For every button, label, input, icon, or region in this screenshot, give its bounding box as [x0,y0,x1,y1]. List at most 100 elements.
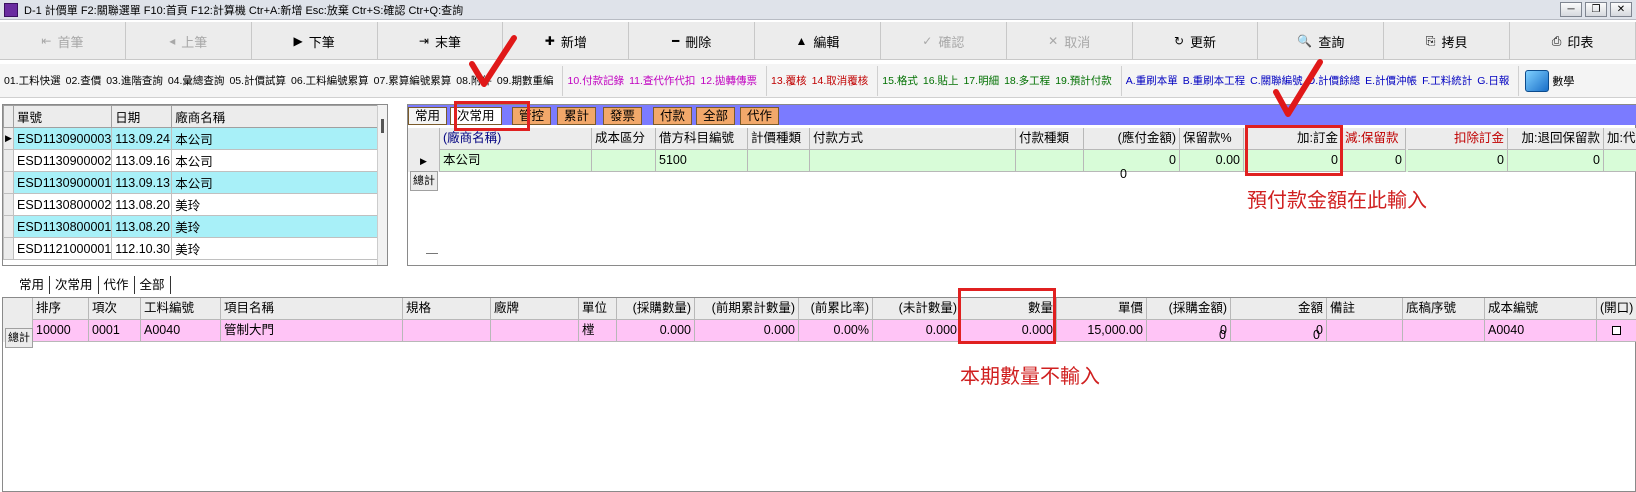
column-header[interactable]: (開口) [1597,298,1636,320]
function-item[interactable]: 14.取消覆核 [812,73,869,88]
toolbar-button-6[interactable]: ▲ 編輯 [755,22,881,60]
vertical-scrollbar[interactable] [377,105,387,265]
grid-cell[interactable] [1597,320,1636,342]
column-header[interactable]: 底稿序號 [1403,298,1485,320]
column-header[interactable]: 計價種類 [748,128,810,150]
column-header[interactable]: 保留款% [1180,128,1244,150]
line-tab-2[interactable]: 代作 [99,276,135,294]
toolbar-button-5[interactable]: ━ 刪除 [629,22,756,60]
math-button[interactable]: 數學 [1525,69,1574,92]
column-header[interactable]: (採購數量) [617,298,695,320]
grid-cell[interactable] [810,150,1016,172]
column-header[interactable]: 付款方式 [810,128,1016,150]
table-row[interactable]: ▶ 本公司 5100 0 0.00 0 0 0 0 [408,150,1636,172]
column-header[interactable]: (未計數量) [873,298,961,320]
line-tab-3[interactable]: 全部 [135,276,171,294]
grid-cell[interactable]: 0 [1084,150,1180,172]
function-item[interactable]: 10.付款記錄 [567,73,624,88]
function-item[interactable]: 02.查價 [66,73,102,88]
grid-cell[interactable] [1327,320,1403,342]
open-checkbox[interactable] [1612,326,1621,335]
grid-cell[interactable]: A0040 [1485,320,1597,342]
column-header[interactable]: 加:代付 [1604,128,1636,150]
column-header[interactable]: 加:退回保留款 [1508,128,1604,150]
grid-cell[interactable]: 0.00% [799,320,873,342]
tab-3[interactable]: 累計 [557,107,597,125]
grid-cell[interactable]: 5100 [656,150,748,172]
function-item[interactable]: 01.工料快選 [4,73,61,88]
toolbar-button-12[interactable]: ⎙ 印表 [1510,22,1636,60]
scrollbar-thumb[interactable] [381,119,384,133]
grid-cell[interactable] [1604,150,1636,172]
grid-cell[interactable]: 0.000 [873,320,961,342]
restore-button[interactable]: ❐ [1585,2,1607,17]
minimize-button[interactable]: ─ [1560,2,1582,17]
grid-cell[interactable] [592,150,656,172]
grid-cell[interactable]: 0.00 [1180,150,1244,172]
grid-cell[interactable]: 0 [1342,150,1406,172]
column-header[interactable]: 項目名稱 [221,298,403,320]
grid-cell[interactable]: A0040 [141,320,221,342]
function-item[interactable]: B.重刷本工程 [1183,73,1245,88]
column-header[interactable]: 工料編號 [141,298,221,320]
function-item[interactable]: 07.累算編號累算 [374,73,452,88]
toolbar-button-1[interactable]: ◂ 上筆 [126,22,252,60]
function-item[interactable]: 15.格式 [882,73,918,88]
column-header[interactable]: 廠牌 [491,298,579,320]
table-row[interactable]: ▶ ESD1130900003 113.09.24 本公司 [3,127,378,150]
column-header[interactable]: 成本編號 [1485,298,1597,320]
close-button[interactable]: ✕ [1610,2,1632,17]
toolbar-button-7[interactable]: ✓ 確認 [881,22,1007,60]
tab-6[interactable]: 全部 [696,107,736,125]
column-header[interactable]: (廠商名稱) [440,128,592,150]
grid-cell[interactable]: 0.000 [617,320,695,342]
grid-cell[interactable]: 0001 [89,320,141,342]
toolbar-button-11[interactable]: ⎘ 拷貝 [1384,22,1511,60]
grid-cell[interactable] [1016,150,1084,172]
column-header[interactable]: 減:保留款 [1342,128,1406,150]
column-header[interactable]: 扣除訂金 [1408,128,1508,150]
function-item[interactable]: F.工料統計 [1422,73,1472,88]
column-header[interactable]: (採購金額) [1147,298,1231,320]
table-row[interactable]: ESD1130800001 113.08.20 美玲 [3,215,378,238]
function-item[interactable]: 12.拋轉傳票 [700,73,757,88]
col-header-date[interactable]: 日期 [111,105,173,128]
column-header[interactable]: 備註 [1327,298,1403,320]
grid-cell[interactable]: 0 [1508,150,1604,172]
column-header[interactable]: 單位 [579,298,617,320]
grid-cell[interactable]: 0 [1408,150,1508,172]
grid-cell[interactable] [491,320,579,342]
function-item[interactable]: 18.多工程 [1004,73,1050,88]
function-item[interactable]: E.計價沖帳 [1365,73,1417,88]
grid-cell[interactable]: 15,000.00 [1057,320,1147,342]
toolbar-button-0[interactable]: ⇤ 首筆 [0,22,126,60]
grid-cell[interactable]: 本公司 [440,150,592,172]
table-row[interactable]: ESD1130800002 113.08.20 美玲 [3,193,378,216]
function-item[interactable]: 16.貼上 [923,73,959,88]
col-header-vendor[interactable]: 廠商名稱 [171,105,378,128]
grid-cell[interactable]: 管制大門 [221,320,403,342]
function-item[interactable]: G.日報 [1477,73,1509,88]
column-header[interactable]: (應付金額) [1084,128,1180,150]
toolbar-button-4[interactable]: ✚ 新增 [503,22,630,60]
function-item[interactable]: 06.工料編號累算 [291,73,369,88]
grid-splitter[interactable] [426,253,438,254]
function-item[interactable]: 05.計價試算 [229,73,286,88]
function-item[interactable]: 03.進階查詢 [106,73,163,88]
column-header[interactable]: 金額 [1231,298,1327,320]
column-header[interactable]: (前期累計數量) [695,298,799,320]
grid-cell[interactable] [1403,320,1485,342]
column-header[interactable]: 單價 [1057,298,1147,320]
table-row[interactable]: ESD1130900001 113.09.13 本公司 [3,171,378,194]
column-header[interactable]: (前累比率) [799,298,873,320]
grid-cell[interactable] [403,320,491,342]
tab-7[interactable]: 代作 [740,107,780,125]
function-item[interactable]: 11.查代作代扣 [629,73,695,88]
line-tab-0[interactable]: 常用 [14,276,51,294]
toolbar-button-8[interactable]: ✕ 取消 [1007,22,1133,60]
table-row[interactable]: ESD1121000001 112.10.30 美玲 [3,237,378,260]
grid-cell[interactable]: 樘 [579,320,617,342]
tab-5[interactable]: 付款 [653,107,693,125]
toolbar-button-2[interactable]: ▶ 下筆 [252,22,378,60]
table-row[interactable]: ▶ 100000001A0040管制大門樘0.0000.0000.00%0.00… [3,320,1636,342]
